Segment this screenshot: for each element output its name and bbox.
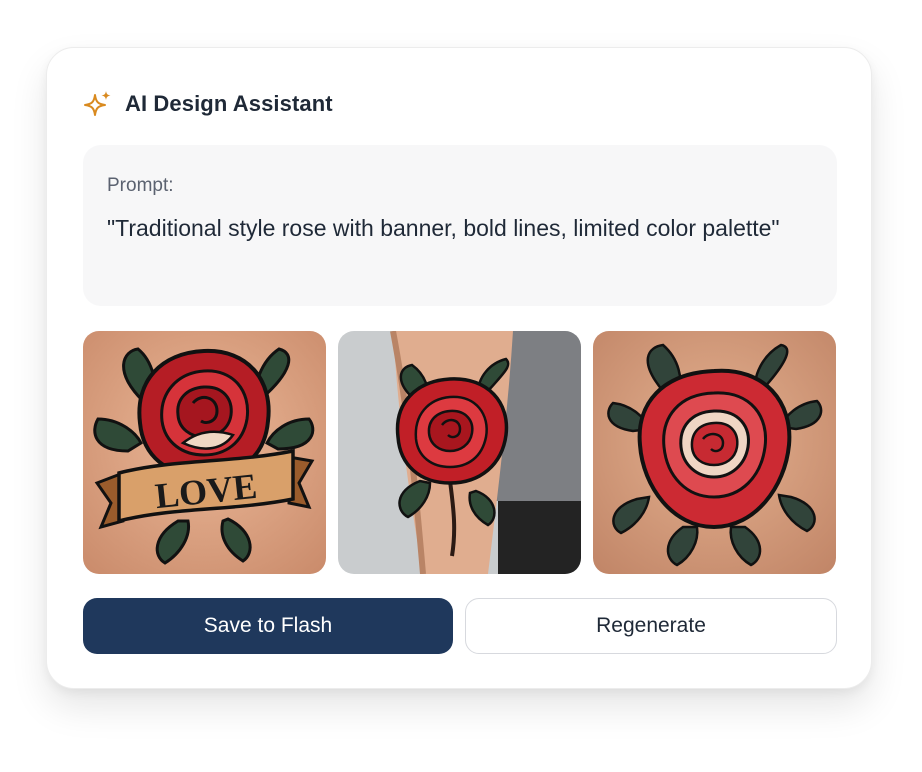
card-title: AI Design Assistant xyxy=(125,91,333,116)
rose-tattoo-traditional xyxy=(593,331,836,574)
rose-tattoo-love-banner: LOVE xyxy=(83,331,326,574)
prompt-box: Prompt: "Traditional style rose with ban… xyxy=(83,145,837,306)
prompt-label: Prompt: xyxy=(107,175,174,196)
rose-tattoo-forearm xyxy=(338,331,581,574)
design-image-1[interactable]: LOVE xyxy=(83,331,326,574)
ai-design-assistant-card: AI Design Assistant Prompt: "Traditional… xyxy=(46,47,872,689)
design-image-2[interactable] xyxy=(338,331,581,574)
regenerate-button[interactable]: Regenerate xyxy=(465,598,837,654)
sparkle-icon xyxy=(84,91,111,116)
prompt-text: "Traditional style rose with banner, bol… xyxy=(107,215,780,241)
save-to-flash-button[interactable]: Save to Flash xyxy=(83,598,453,654)
design-gallery: LOVE xyxy=(83,331,837,574)
card-header: AI Design Assistant xyxy=(83,88,333,120)
design-image-3[interactable] xyxy=(593,331,836,574)
